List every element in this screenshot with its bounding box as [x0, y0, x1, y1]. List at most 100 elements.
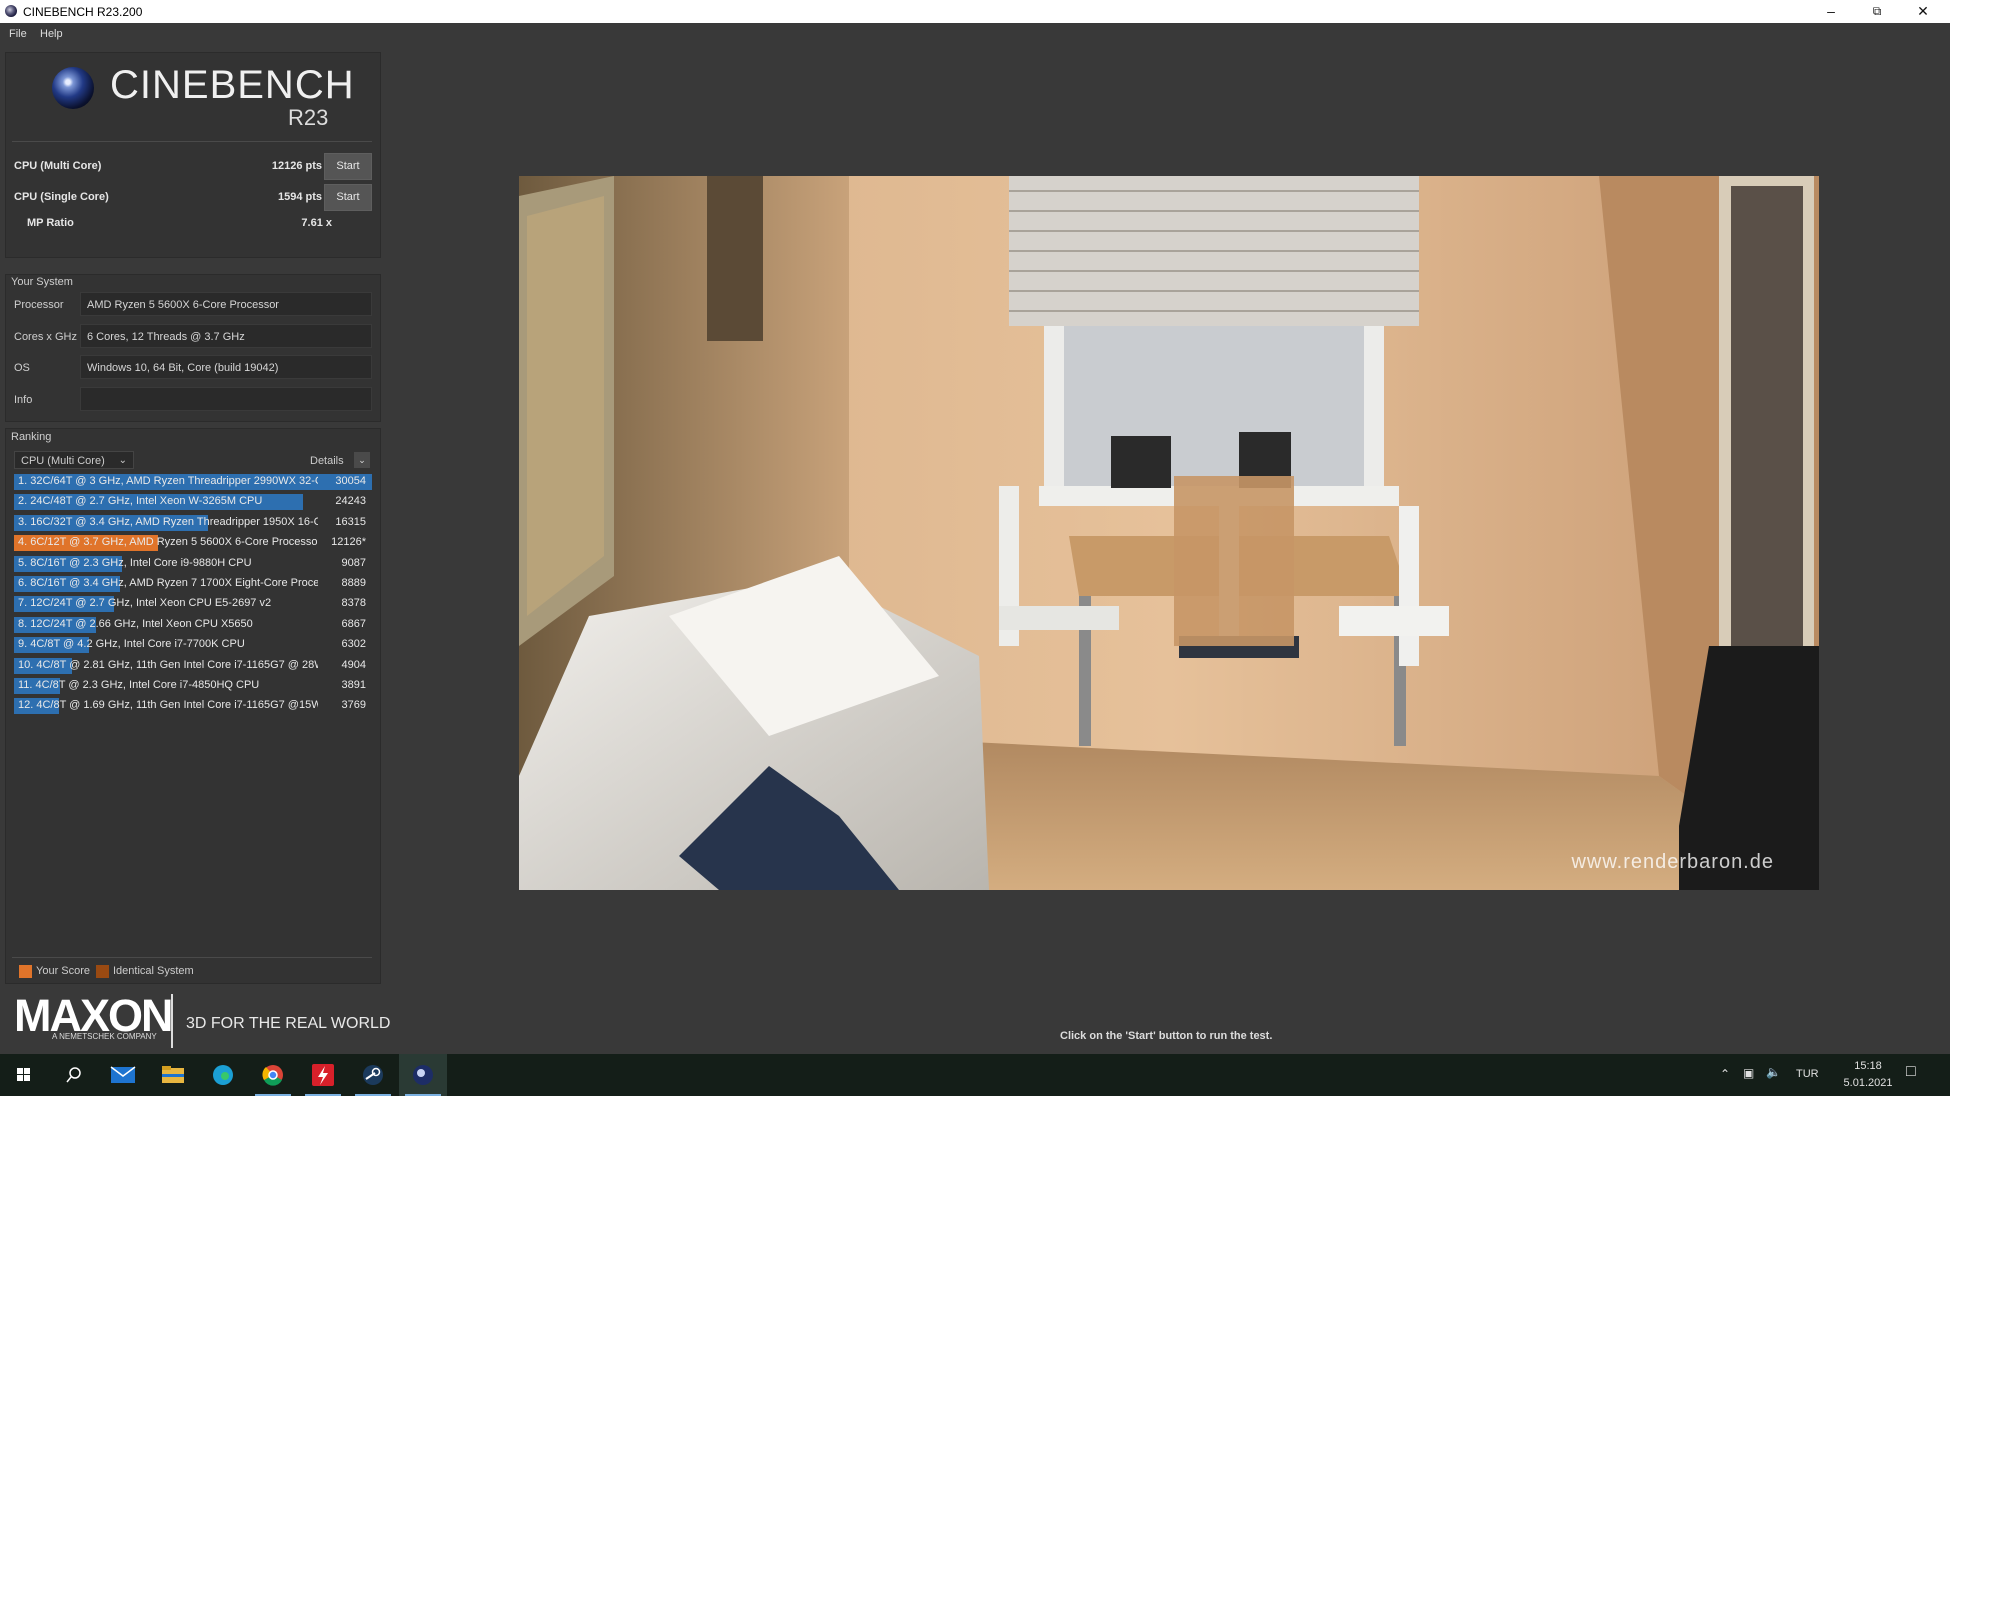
single-core-start-button[interactable]: Start [324, 184, 372, 211]
ranking-row-label: 8. 12C/24T @ 2.66 GHz, Intel Xeon CPU X5… [18, 617, 253, 630]
your-score-swatch [19, 965, 32, 978]
restore-button[interactable]: ⧉ [1854, 0, 1900, 23]
title-bar[interactable]: CINEBENCH R23.200 – ⧉ ✕ [0, 0, 1950, 23]
ranking-type-dropdown[interactable]: CPU (Multi Core) ⌄ [14, 451, 134, 469]
ranking-row-score: 24243 [335, 495, 366, 508]
info-field[interactable] [80, 387, 372, 411]
notification-icon[interactable]: □ [1906, 1063, 1916, 1081]
ranking-row[interactable]: 8. 12C/24T @ 2.66 GHz, Intel Xeon CPU X5… [14, 616, 372, 634]
windows-start-icon[interactable] [0, 1054, 48, 1096]
chrome-icon[interactable] [249, 1054, 297, 1096]
single-core-score: 1594 pts [277, 191, 322, 203]
mp-ratio-label: MP Ratio [27, 217, 74, 229]
processor-label: Processor [14, 299, 64, 311]
os-label: OS [14, 362, 30, 374]
ranking-row[interactable]: 3. 16C/32T @ 3.4 GHz, AMD Ryzen Threadri… [14, 514, 372, 532]
network-icon[interactable]: ▣ [1743, 1066, 1754, 1080]
ranking-row-label: 3. 16C/32T @ 3.4 GHz, AMD Ryzen Threadri… [18, 515, 318, 528]
clock-date[interactable]: 5.01.2021 [1833, 1077, 1903, 1089]
running-indicator [355, 1094, 391, 1096]
ranking-row-label: 11. 4C/8T @ 2.3 GHz, Intel Core i7-4850H… [18, 679, 260, 691]
multi-core-label: CPU (Multi Core) [14, 160, 102, 172]
ranking-row-label: 9. 4C/8T @ 4.2 GHz, Intel Core i7-7700K … [18, 638, 245, 651]
ranking-row-label: 12. 4C/8T @ 1.69 GHz, 11th Gen Intel Cor… [18, 699, 318, 712]
menu-bar: File Help [0, 23, 1950, 44]
ranking-row[interactable]: 2. 24C/48T @ 2.7 GHz, Intel Xeon W-3265M… [14, 493, 372, 511]
language-indicator[interactable]: TUR [1796, 1068, 1819, 1080]
os-field[interactable]: Windows 10, 64 Bit, Core (build 19042) [80, 355, 372, 379]
mp-ratio-value: 7.61 x [301, 217, 332, 229]
details-toggle-button[interactable]: ⌄ [354, 452, 370, 468]
render-watermark: www.renderbaron.de [1570, 851, 1774, 873]
chevron-up-icon[interactable]: ⌃ [1720, 1067, 1730, 1081]
ranking-row-score: 3769 [341, 699, 366, 712]
ranking-row-score: 12126* [331, 536, 366, 549]
logo-name: CINEBENCH [110, 63, 355, 107]
ranking-row-score: 16315 [335, 515, 366, 528]
ranking-row[interactable]: 1. 32C/64T @ 3 GHz, AMD Ryzen Threadripp… [14, 473, 372, 491]
steam-icon[interactable] [349, 1054, 397, 1096]
cores-field[interactable]: 6 Cores, 12 Threads @ 3.7 GHz [80, 324, 372, 348]
ranking-row[interactable]: 6. 8C/16T @ 3.4 GHz, AMD Ryzen 7 1700X E… [14, 575, 372, 593]
cores-label: Cores x GHz [14, 331, 77, 343]
ranking-legend: Your Score Identical System [12, 963, 372, 981]
ranking-row-label: 2. 24C/48T @ 2.7 GHz, Intel Xeon W-3265M… [18, 495, 263, 508]
ranking-row-score: 4904 [341, 658, 366, 671]
ranking-row-label: 10. 4C/8T @ 2.81 GHz, 11th Gen Intel Cor… [18, 658, 318, 671]
file-explorer-icon[interactable] [149, 1054, 197, 1096]
taskbar: ⌃ ▣ 🔈 TUR 15:18 5.01.2021 □ [0, 1054, 1950, 1096]
identical-system-label: Identical System [113, 965, 194, 977]
processor-field[interactable]: AMD Ryzen 5 5600X 6-Core Processor [80, 292, 372, 316]
running-indicator [305, 1094, 341, 1096]
cinebench-app-icon [5, 5, 17, 17]
system-title: Your System [11, 276, 73, 288]
system-panel: Your System Processor AMD Ryzen 5 5600X … [5, 274, 381, 422]
identical-system-swatch [96, 965, 109, 978]
search-icon[interactable] [49, 1054, 97, 1096]
maxon-subtitle: A NEMETSCHEK COMPANY [52, 1032, 157, 1041]
ranking-row-label: 5. 8C/16T @ 2.3 GHz, Intel Core i9-9880H… [18, 556, 252, 569]
multi-core-score: 12126 pts [271, 160, 322, 172]
volume-icon[interactable]: 🔈 [1766, 1065, 1781, 1079]
chevron-down-icon: ⌄ [118, 455, 127, 466]
ranking-row[interactable]: 11. 4C/8T @ 2.3 GHz, Intel Core i7-4850H… [14, 677, 372, 695]
app-window: CINEBENCH R23.200 – ⧉ ✕ File Help CINEBE… [0, 0, 1950, 1096]
divider [12, 141, 372, 142]
ranking-row[interactable]: 12. 4C/8T @ 1.69 GHz, 11th Gen Intel Cor… [14, 697, 372, 715]
ranking-row-label: 7. 12C/24T @ 2.7 GHz, Intel Xeon CPU E5-… [18, 597, 272, 610]
running-indicator [405, 1094, 441, 1096]
ranking-row[interactable]: 4. 6C/12T @ 3.7 GHz, AMD Ryzen 5 5600X 6… [14, 534, 372, 552]
edge-icon[interactable] [199, 1054, 247, 1096]
your-score-label: Your Score [36, 965, 91, 977]
maxon-tagline: 3D FOR THE REAL WORLD [186, 1015, 391, 1032]
ranking-row[interactable]: 5. 8C/16T @ 2.3 GHz, Intel Core i9-9880H… [14, 555, 372, 573]
cinebench-icon[interactable] [399, 1054, 447, 1096]
details-label: Details [310, 455, 344, 467]
lightning-app-icon[interactable] [299, 1054, 347, 1096]
multi-core-start-button[interactable]: Start [324, 153, 372, 180]
ranking-type-value: CPU (Multi Core) [21, 455, 105, 467]
render-preview: www.renderbaron.de [519, 176, 1819, 890]
ranking-row-score: 6867 [341, 617, 366, 630]
running-indicator [255, 1094, 291, 1096]
minimize-button[interactable]: – [1808, 0, 1854, 23]
ranking-row-score: 8889 [341, 577, 366, 589]
ranking-row[interactable]: 10. 4C/8T @ 2.81 GHz, 11th Gen Intel Cor… [14, 657, 372, 675]
close-button[interactable]: ✕ [1900, 0, 1946, 23]
ranking-row[interactable]: 7. 12C/24T @ 2.7 GHz, Intel Xeon CPU E5-… [14, 595, 372, 613]
ranking-panel: Ranking CPU (Multi Core) ⌄ Details ⌄ 1. … [5, 428, 381, 984]
ranking-row-label: 6. 8C/16T @ 3.4 GHz, AMD Ryzen 7 1700X E… [18, 577, 318, 589]
ranking-row-score: 30054 [335, 475, 366, 487]
ranking-row-score: 3891 [341, 679, 366, 691]
ranking-row[interactable]: 9. 4C/8T @ 4.2 GHz, Intel Core i7-7700K … [14, 636, 372, 654]
clock-time[interactable]: 15:18 [1846, 1060, 1890, 1072]
status-message: Click on the 'Start' button to run the t… [1060, 1030, 1273, 1042]
room-render-image: www.renderbaron.de [519, 176, 1819, 890]
menu-help[interactable]: Help [40, 28, 63, 40]
mail-icon[interactable] [99, 1054, 147, 1096]
divider [12, 957, 372, 958]
ranking-row-score: 6302 [341, 638, 366, 651]
ranking-row-label: 1. 32C/64T @ 3 GHz, AMD Ryzen Threadripp… [18, 475, 318, 487]
ranking-row-score: 8378 [341, 597, 366, 610]
menu-file[interactable]: File [9, 28, 27, 40]
